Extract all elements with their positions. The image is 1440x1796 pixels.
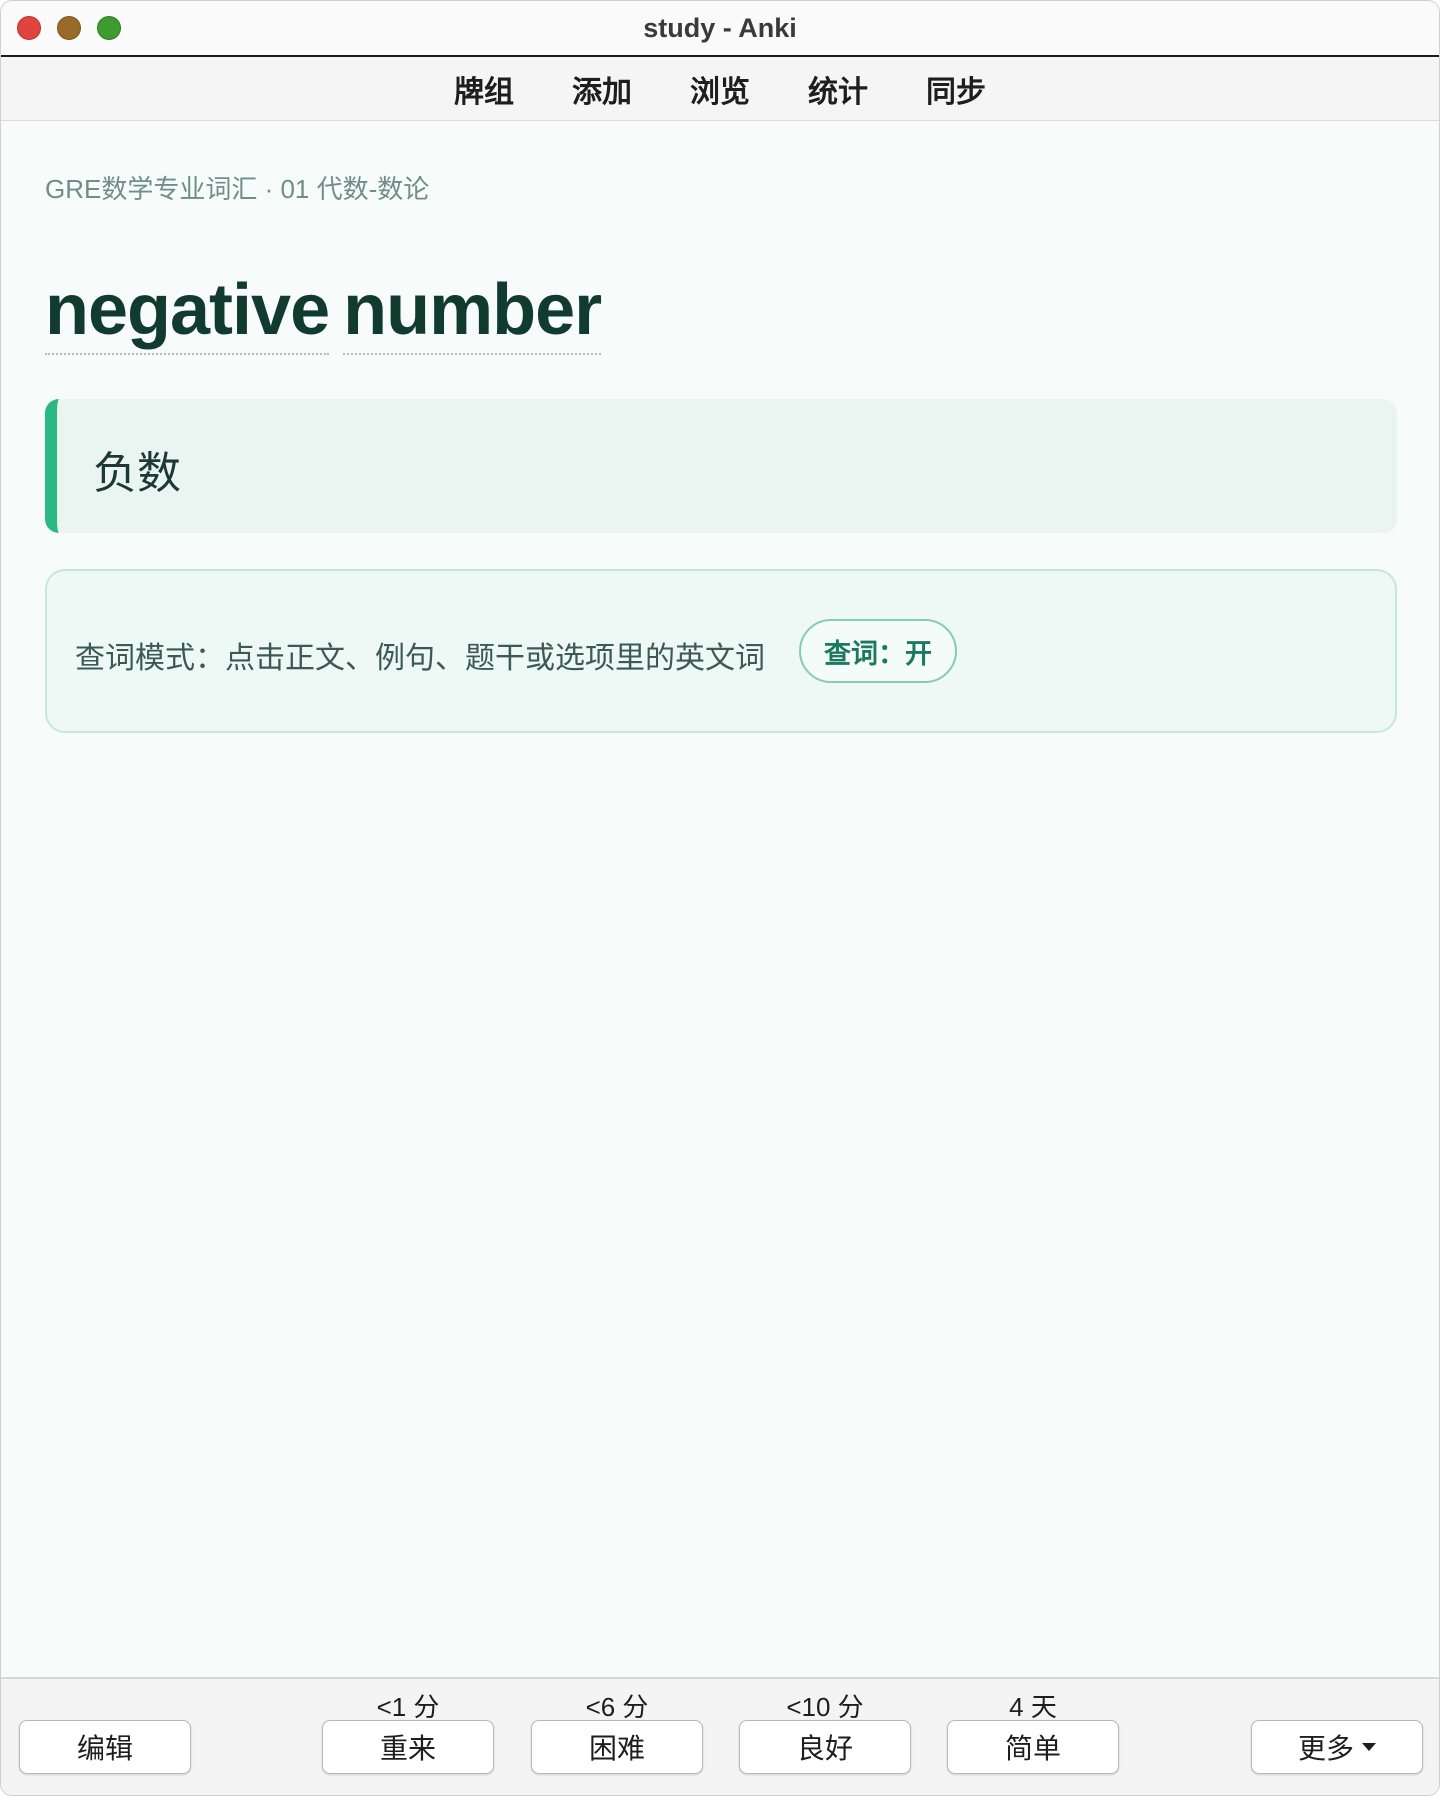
hard-button[interactable]: 困难	[531, 1720, 703, 1774]
nav-stats[interactable]: 统计	[808, 67, 868, 111]
nav-sync[interactable]: 同步	[926, 67, 986, 111]
good-button[interactable]: 良好	[739, 1720, 911, 1774]
lookup-panel: 查词模式：点击正文、例句、题干或选项里的英文词 查词：开	[45, 569, 1397, 733]
edit-button[interactable]: 编辑	[19, 1720, 191, 1774]
again-button[interactable]: 重来	[322, 1720, 494, 1774]
meaning-box: 负数	[45, 399, 1397, 533]
easy-button[interactable]: 简单	[947, 1720, 1119, 1774]
window-title: study - Anki	[643, 13, 797, 43]
deck-path: GRE数学专业词汇 · 01 代数-数论	[45, 174, 430, 204]
caret-down-icon	[1362, 1743, 1376, 1751]
headword-word[interactable]: number	[343, 269, 602, 355]
more-button[interactable]: 更多	[1251, 1720, 1423, 1774]
meaning-text: 负数	[93, 449, 181, 498]
anki-window: study - Anki 牌组 添加 浏览 统计 同步 GRE数学专业词汇 · …	[0, 0, 1440, 1796]
lookup-toggle-button[interactable]: 查词：开	[799, 619, 957, 683]
hard-interval: <6 分	[585, 1692, 649, 1722]
nav-add[interactable]: 添加	[572, 67, 632, 111]
headword: negative number	[45, 269, 602, 355]
answer-bar: 编辑 <1 分 重来 <6 分 困难 <10 分 良好 4 天 简单 更多	[1, 1677, 1439, 1795]
headword-word[interactable]: negative	[45, 269, 330, 355]
good-interval: <10 分	[786, 1692, 864, 1722]
nav-browse[interactable]: 浏览	[690, 67, 750, 111]
more-label: 更多	[1297, 1733, 1354, 1764]
top-nav: 牌组 添加 浏览 统计 同步	[1, 57, 1439, 121]
easy-interval: 4 天	[1009, 1692, 1057, 1722]
nav-decks[interactable]: 牌组	[454, 67, 514, 111]
again-interval: <1 分	[376, 1692, 440, 1722]
title-bar: study - Anki	[1, 1, 1439, 57]
lookup-hint: 查词模式：点击正文、例句、题干或选项里的英文词	[75, 642, 765, 675]
